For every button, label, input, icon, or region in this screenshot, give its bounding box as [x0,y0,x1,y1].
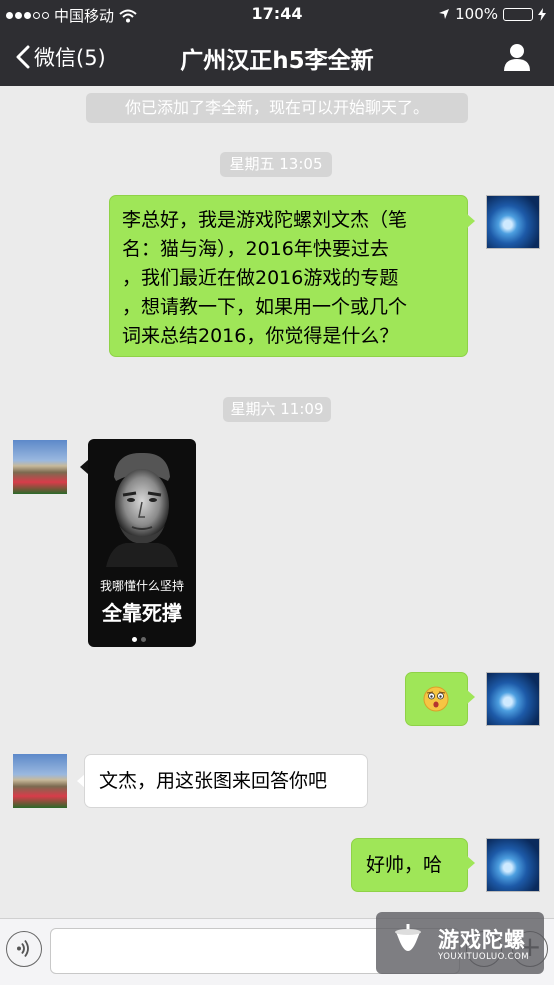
watermark: 游戏陀螺 YOUXITUOLUO.COM [376,912,544,974]
message-bubble-outgoing[interactable]: 好帅，哈 [351,838,468,892]
contact-avatar[interactable] [13,754,67,808]
message-line: ，想请教一下，如果用一个或几个 [122,296,408,318]
my-avatar[interactable] [486,195,540,249]
message-line: 李总好，我是游戏陀螺刘文杰（笔 [122,209,408,231]
image-caption-large: 全靠死撑 [102,601,182,625]
surprised-emoji-icon [423,686,449,712]
message-line: 词来总结2016，你觉得是什么？ [122,325,399,347]
my-avatar[interactable] [486,672,540,726]
top-bar: 中国移动 17:44 100% 微信(5) 广州汉正h5李全新 [0,0,554,86]
watermark-url: YOUXITUOLUO.COM [438,952,530,962]
my-avatar[interactable] [486,838,540,892]
timestamp: 星期五 13:05 [220,152,332,177]
bubble-tail [80,460,88,474]
message-bubble-incoming[interactable]: 文杰，用这张图来回答你吧 [84,754,368,808]
bubble-tail [467,690,475,704]
image-message[interactable]: 我哪懂什么坚持 全靠死撑 [88,439,196,647]
status-bar: 中国移动 17:44 100% [0,0,554,28]
contact-avatar[interactable] [13,440,67,494]
bubble-tail [467,856,475,870]
message-bubble-outgoing[interactable] [405,672,468,726]
battery-percent: 100% [455,5,498,23]
voice-icon [17,939,29,958]
location-arrow-icon [439,9,450,19]
status-right: 100% [438,5,546,23]
profile-icon[interactable] [502,42,532,72]
message-bubble-outgoing[interactable]: 李总好，我是游戏陀螺刘文杰（笔 名：猫与海），2016年快要过去 ，我们最近在做… [109,195,468,357]
battery-icon [503,7,533,21]
portrait-image [106,452,178,567]
watermark-name: 游戏陀螺 [438,928,526,952]
image-dots [132,637,146,642]
system-notice: 你已添加了李全新，现在可以开始聊天了。 [86,93,468,123]
bubble-tail [467,214,475,228]
message-line: 名：猫与海），2016年快要过去 [122,238,389,260]
charging-icon [538,7,546,21]
logo-icon [395,924,421,951]
voice-button[interactable] [6,931,42,967]
nav-bar: 微信(5) 广州汉正h5李全新 [0,28,554,86]
timestamp: 星期六 11:09 [223,397,331,422]
chat-title: 广州汉正h5李全新 [180,48,374,74]
message-line: ，我们最近在做2016游戏的专题 [122,267,399,289]
image-caption-small: 我哪懂什么坚持 [99,579,184,593]
